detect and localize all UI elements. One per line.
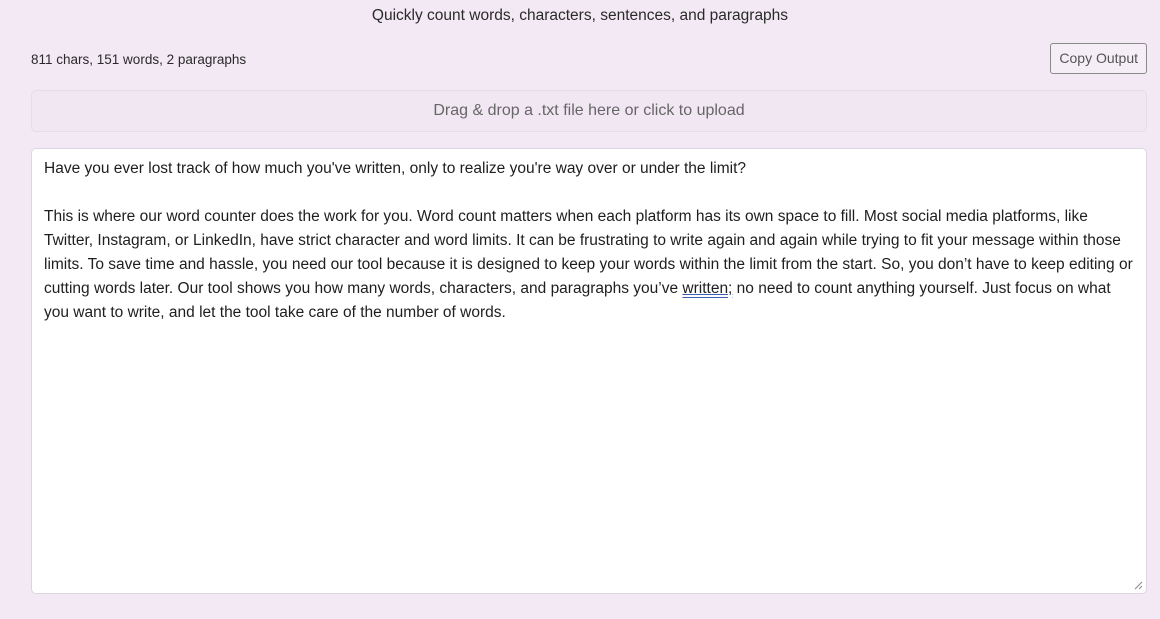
resize-handle-icon[interactable] xyxy=(1133,580,1143,590)
page-subtitle: Quickly count words, characters, sentenc… xyxy=(371,7,789,24)
upload-label: Drag & drop a .txt file here or click to… xyxy=(433,102,745,119)
file-upload-dropzone[interactable]: Drag & drop a .txt file here or click to… xyxy=(31,90,1147,132)
text-editor[interactable]: Have you ever lost track of how much you… xyxy=(31,148,1147,594)
editor-paragraph-2[interactable]: This is where our word counter does the … xyxy=(44,205,1134,325)
copy-output-button[interactable]: Copy Output xyxy=(1050,43,1147,74)
stats-summary: 811 chars, 151 words, 2 paragraphs xyxy=(31,52,247,67)
editor-paragraph-1[interactable]: Have you ever lost track of how much you… xyxy=(44,157,1134,181)
spellcheck-flagged-word[interactable]: written; xyxy=(682,280,732,297)
stats-row: 811 chars, 151 words, 2 paragraphs Copy … xyxy=(31,43,1147,75)
